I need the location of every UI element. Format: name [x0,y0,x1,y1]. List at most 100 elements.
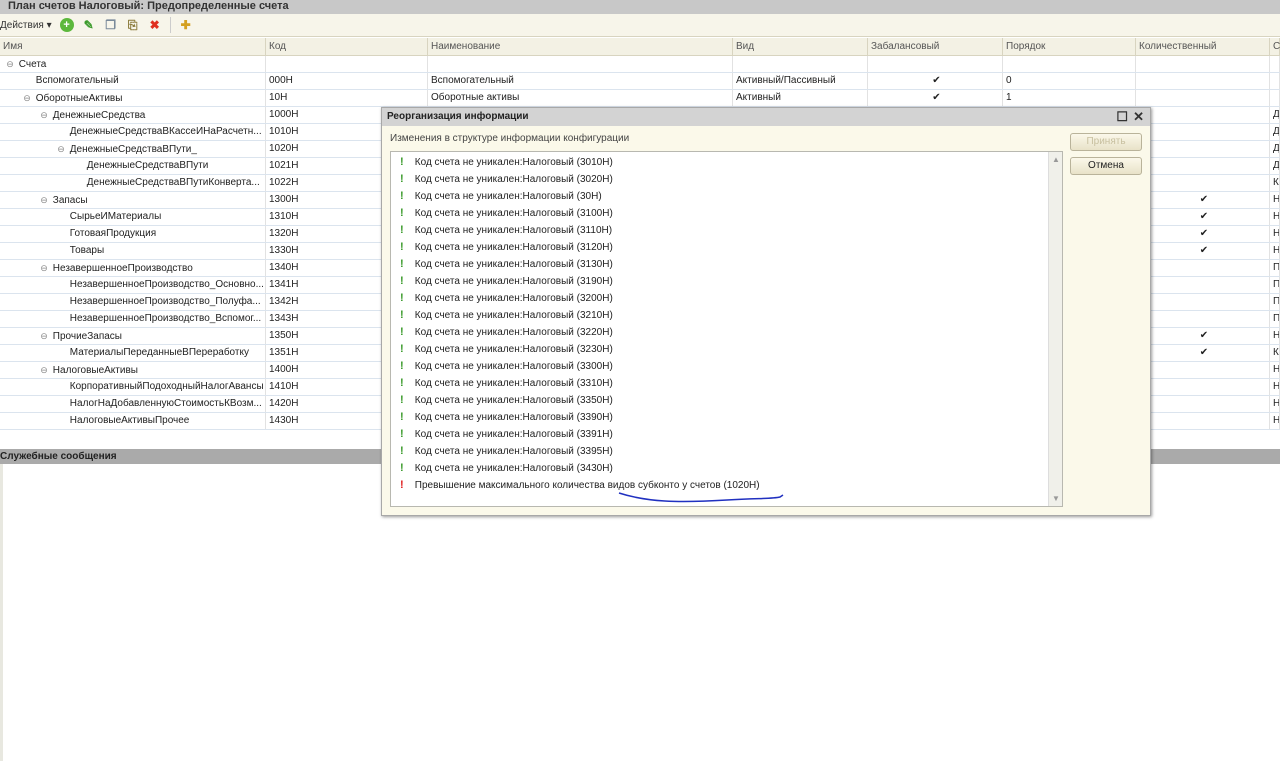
message-text: Код счета не уникален:Налоговый (3210Н) [414,310,613,321]
maximize-icon[interactable]: ☐ [1116,110,1128,123]
cell-extra: П [1270,277,1280,293]
cell-name: НалоговыеАктивыПрочее [0,413,266,429]
changes-list[interactable]: ! Код счета не уникален:Налоговый (3010Н… [390,151,1063,507]
message-text: Код счета не уникален:Налоговый (3010Н) [414,157,613,168]
add-icon[interactable]: + [59,18,74,32]
cell-quantity: ✔ [1136,226,1270,242]
cell-extra: Н [1270,362,1280,378]
table-row[interactable]: ⊖ ОборотныеАктивы 10Н Оборотные активы А… [0,90,1280,107]
column-header-order[interactable]: Порядок [1003,38,1136,55]
list-item[interactable]: ! Код счета не уникален:Налоговый (3200Н… [391,290,1062,307]
collapse-icon[interactable]: ⊖ [55,141,67,157]
messages-panel-edge [0,464,3,761]
list-item[interactable]: ! Код счета не уникален:Налоговый (30Н) [391,188,1062,205]
list-item[interactable]: ! Код счета не уникален:Налоговый (3210Н… [391,307,1062,324]
cell-quantity [1136,56,1270,72]
cell-extra: Д [1270,107,1280,123]
warning-icon: ! [400,258,404,270]
column-header-kind[interactable]: Вид [733,38,868,55]
message-text: Код счета не уникален:Налоговый (3100Н) [414,208,613,219]
collapse-icon[interactable]: ⊖ [38,107,50,123]
cell-quantity [1136,124,1270,140]
cell-title [428,56,733,72]
column-header-name[interactable]: Имя [0,38,266,55]
warning-icon: ! [400,326,404,338]
cell-quantity [1136,362,1270,378]
cell-name: ⊖ ДенежныеСредства [0,107,266,123]
add-group-icon[interactable]: ✚ [179,18,193,32]
cell-extra: Д [1270,141,1280,157]
account-name: НезавершенноеПроизводство_Полуфа... [69,296,261,307]
list-item[interactable]: ! Код счета не уникален:Налоговый (3020Н… [391,171,1062,188]
cell-name: СырьеИМатериалы [0,209,266,225]
collapse-icon[interactable]: ⊖ [21,90,33,106]
list-item[interactable]: ! Код счета не уникален:Налоговый (3230Н… [391,341,1062,358]
column-header-code[interactable]: Код [266,38,428,55]
collapse-icon[interactable]: ⊖ [38,192,50,208]
close-icon[interactable]: ✕ [1133,110,1144,123]
column-header-extra[interactable]: С [1270,38,1280,55]
list-item[interactable]: ! Код счета не уникален:Налоговый (3010Н… [391,154,1062,171]
list-item[interactable]: ! Код счета не уникален:Налоговый (3100Н… [391,205,1062,222]
warning-icon: ! [400,292,404,304]
cell-name: КорпоративныйПодоходныйНалогАвансы [0,379,266,395]
list-item[interactable]: ! Код счета не уникален:Налоговый (3120Н… [391,239,1062,256]
add-folder-icon[interactable]: ⎘ [126,18,140,32]
list-item[interactable]: ! Код счета не уникален:Налоговый (3190Н… [391,273,1062,290]
cell-quantity [1136,413,1270,429]
cell-quantity: ✔ [1136,209,1270,225]
list-item[interactable]: ! Код счета не уникален:Налоговый (3310Н… [391,375,1062,392]
scroll-up-icon[interactable]: ▲ [1052,155,1060,164]
edit-icon[interactable]: ✎ [82,18,96,32]
list-item[interactable]: ! Код счета не уникален:Налоговый (3395Н… [391,443,1062,460]
column-header-offbalance[interactable]: Забалансовый [868,38,1003,55]
table-row[interactable]: ⊖ Счета [0,56,1280,73]
account-name: ДенежныеСредстваВПути_ [69,144,197,155]
cell-name: ГотоваяПродукция [0,226,266,242]
cell-extra: Н [1270,379,1280,395]
cell-quantity [1136,277,1270,293]
warning-icon: ! [400,360,404,372]
cell-name: ⊖ ОборотныеАктивы [0,90,266,106]
collapse-icon[interactable]: ⊖ [38,260,50,276]
delete-icon[interactable]: ✖ [148,18,162,32]
list-item[interactable]: ! Код счета не уникален:Налоговый (3300Н… [391,358,1062,375]
table-row[interactable]: Вспомогательный 000Н Вспомогательный Акт… [0,73,1280,90]
accept-button[interactable]: Принять [1070,133,1142,151]
list-item[interactable]: ! Код счета не уникален:Налоговый (3350Н… [391,392,1062,409]
cell-quantity [1136,260,1270,276]
warning-icon: ! [400,377,404,389]
actions-menu[interactable]: Действия ▾ [0,20,52,31]
account-name: НезавершенноеПроизводство_Вспомог... [69,313,262,324]
cell-name: ДенежныеСредстваВПутиКонверта... [0,175,266,191]
message-text: Код счета не уникален:Налоговый (3230Н) [414,344,613,355]
account-name: ПрочиеЗапасы [52,331,122,342]
cell-extra: Н [1270,243,1280,259]
column-header-quantity[interactable]: Количественный [1136,38,1270,55]
account-name: НалоговыеАктивыПрочее [69,415,190,426]
cell-offbalance [868,56,1003,72]
account-name: Товары [69,245,105,256]
column-header-title[interactable]: Наименование [428,38,733,55]
cell-quantity [1136,396,1270,412]
cell-name: НезавершенноеПроизводство_Вспомог... [0,311,266,327]
warning-icon: ! [400,241,404,253]
collapse-icon[interactable]: ⊖ [38,362,50,378]
list-item[interactable]: ! Код счета не уникален:Налоговый (3220Н… [391,324,1062,341]
copy-icon[interactable]: ❐ [104,18,118,32]
warning-icon: ! [400,224,404,236]
account-name: ДенежныеСредстваВПутиКонверта... [86,177,260,188]
cell-extra: К [1270,175,1280,191]
cancel-button[interactable]: Отмена [1070,157,1142,175]
list-item[interactable]: ! Код счета не уникален:Налоговый (3430Н… [391,460,1062,477]
list-item[interactable]: ! Код счета не уникален:Налоговый (3390Н… [391,409,1062,426]
list-item[interactable]: ! Код счета не уникален:Налоговый (3110Н… [391,222,1062,239]
list-scrollbar[interactable]: ▲ ▼ [1048,152,1062,506]
collapse-icon[interactable]: ⊖ [4,56,16,72]
list-item[interactable]: ! Код счета не уникален:Налоговый (3391Н… [391,426,1062,443]
collapse-icon[interactable]: ⊖ [38,328,50,344]
list-item[interactable]: ! Код счета не уникален:Налоговый (3130Н… [391,256,1062,273]
scroll-down-icon[interactable]: ▼ [1052,494,1060,503]
cell-code: 000Н [266,73,428,89]
message-text: Код счета не уникален:Налоговый (3390Н) [414,412,613,423]
